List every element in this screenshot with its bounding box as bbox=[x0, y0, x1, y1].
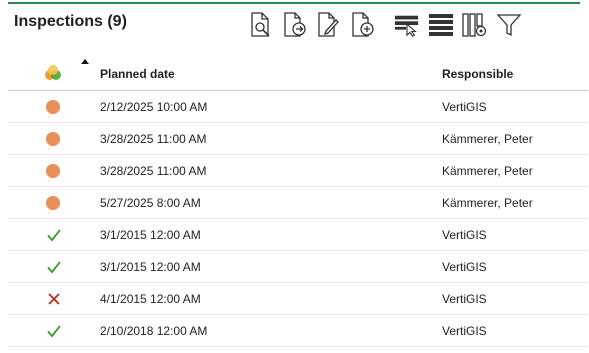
table-row[interactable]: 3/1/2015 12:00 AM VertiGIS bbox=[8, 251, 588, 283]
table-header: Planned date Responsible bbox=[8, 56, 588, 91]
filter-icon bbox=[496, 14, 522, 37]
column-settings-button[interactable] bbox=[462, 11, 488, 39]
toolbar bbox=[248, 10, 530, 40]
table-row[interactable]: 2/10/2018 12:00 AM VertiGIS bbox=[8, 315, 588, 347]
responsible-cell: VertiGIS bbox=[442, 260, 487, 274]
filter-button[interactable] bbox=[496, 11, 522, 39]
status-passed-icon bbox=[47, 325, 61, 338]
status-passed-icon bbox=[47, 229, 61, 242]
table-row[interactable]: 3/28/2025 11:00 AM Kämmerer, Peter bbox=[8, 123, 588, 155]
status-planned-icon bbox=[46, 100, 60, 114]
panel-accent-rule bbox=[8, 2, 580, 4]
planned-date-cell: 3/28/2025 11:00 AM bbox=[100, 132, 207, 146]
list-view-button[interactable] bbox=[428, 11, 454, 39]
inspections-table: Planned date Responsible 2/12/2025 10:00… bbox=[8, 56, 588, 347]
status-passed-icon bbox=[47, 261, 61, 274]
responsible-cell: Kämmerer, Peter bbox=[442, 196, 533, 210]
select-rows-button[interactable] bbox=[394, 11, 420, 39]
add-document-icon bbox=[352, 12, 374, 37]
table-body: 2/12/2025 10:00 AM VertiGIS 3/28/2025 11:0… bbox=[8, 91, 588, 347]
responsible-cell: VertiGIS bbox=[442, 228, 487, 242]
responsible-cell: VertiGIS bbox=[442, 292, 487, 306]
table-row[interactable]: 5/27/2025 8:00 AM Kämmerer, Peter bbox=[8, 187, 588, 219]
select-rows-icon bbox=[394, 15, 419, 37]
sort-ascending-icon[interactable] bbox=[81, 59, 89, 64]
planned-date-cell: 4/1/2015 12:00 AM bbox=[100, 292, 201, 306]
status-column-header-icon[interactable] bbox=[44, 64, 62, 82]
table-row[interactable]: 2/12/2025 10:00 AM VertiGIS bbox=[8, 91, 588, 123]
planned-date-cell: 5/27/2025 8:00 AM bbox=[100, 196, 201, 210]
column-header-planned-date[interactable]: Planned date bbox=[100, 67, 175, 81]
table-row[interactable]: 3/1/2015 12:00 AM VertiGIS bbox=[8, 219, 588, 251]
status-planned-icon bbox=[46, 132, 60, 146]
export-document-button[interactable] bbox=[282, 11, 308, 39]
inspections-panel: Inspections (9) Planned date Responsible… bbox=[0, 0, 589, 353]
export-document-icon bbox=[284, 12, 306, 37]
edit-document-icon bbox=[318, 12, 339, 37]
edit-document-button[interactable] bbox=[316, 11, 342, 39]
responsible-cell: Kämmerer, Peter bbox=[442, 164, 533, 178]
column-settings-icon bbox=[462, 13, 487, 37]
status-planned-icon bbox=[46, 196, 60, 210]
column-header-responsible[interactable]: Responsible bbox=[442, 67, 513, 81]
planned-date-cell: 3/28/2025 11:00 AM bbox=[100, 164, 207, 178]
status-planned-icon bbox=[46, 164, 60, 178]
planned-date-cell: 2/10/2018 12:00 AM bbox=[100, 324, 208, 338]
list-view-icon bbox=[429, 14, 453, 36]
table-row[interactable]: 3/28/2025 11:00 AM Kämmerer, Peter bbox=[8, 155, 588, 187]
status-failed-icon bbox=[48, 293, 60, 305]
view-document-icon bbox=[251, 12, 270, 37]
planned-date-cell: 3/1/2015 12:00 AM bbox=[100, 228, 201, 242]
responsible-cell: VertiGIS bbox=[442, 100, 487, 114]
planned-date-cell: 3/1/2015 12:00 AM bbox=[100, 260, 201, 274]
planned-date-cell: 2/12/2025 10:00 AM bbox=[100, 100, 208, 114]
responsible-cell: VertiGIS bbox=[442, 324, 487, 338]
view-document-button[interactable] bbox=[248, 11, 274, 39]
panel-title: Inspections (9) bbox=[14, 13, 127, 30]
add-document-button[interactable] bbox=[350, 11, 376, 39]
table-row[interactable]: 4/1/2015 12:00 AM VertiGIS bbox=[8, 283, 588, 315]
responsible-cell: Kämmerer, Peter bbox=[442, 132, 533, 146]
